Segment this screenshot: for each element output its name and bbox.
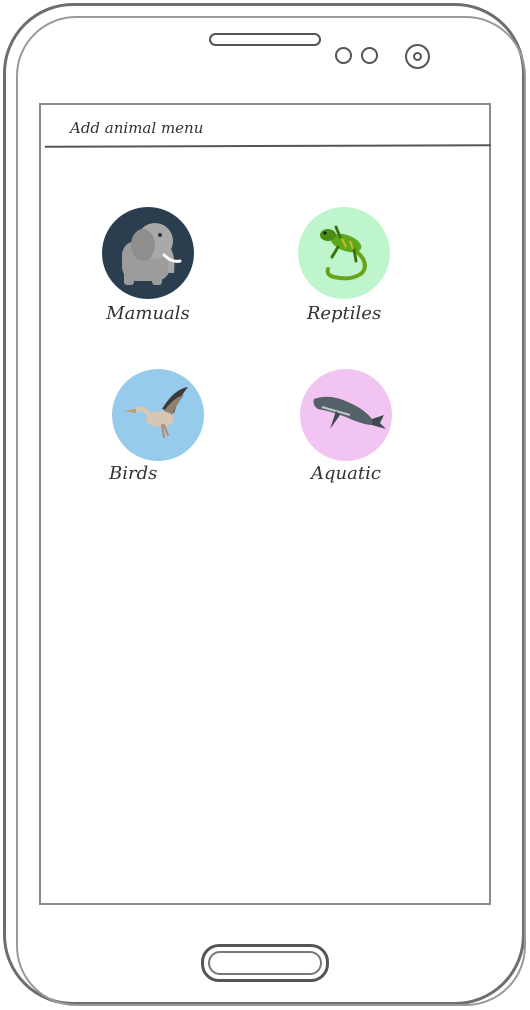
home-button[interactable] <box>201 944 329 982</box>
header-divider <box>44 144 492 148</box>
lizard-icon <box>320 225 367 281</box>
elephant-icon <box>122 223 182 285</box>
phone-speaker <box>209 33 321 46</box>
category-circle <box>298 207 390 299</box>
category-circle <box>112 369 204 461</box>
proximity-sensor <box>335 47 352 64</box>
category-tile-reptiles[interactable]: Reptiles <box>279 207 409 324</box>
category-label: Reptiles <box>306 303 382 324</box>
front-camera-icon <box>405 44 430 69</box>
light-sensor <box>361 47 378 64</box>
category-circle <box>300 369 392 461</box>
category-label: Mamuals <box>106 303 190 324</box>
category-tile-aquatic[interactable]: Aquatic <box>281 369 411 484</box>
whale-icon <box>313 396 386 429</box>
app-screen: Add animal menu Mamuals Reptiles Birds A… <box>39 103 492 905</box>
category-tile-birds[interactable]: Birds <box>93 369 223 484</box>
page-title: Add animal menu <box>70 119 204 137</box>
pelican-icon <box>124 387 188 438</box>
category-tile-mammals[interactable]: Mamuals <box>83 207 213 324</box>
category-circle <box>102 207 194 299</box>
category-label: Birds <box>109 463 158 484</box>
category-label: Aquatic <box>311 463 381 484</box>
home-button-inner <box>208 951 322 975</box>
camera-lens <box>413 52 422 61</box>
